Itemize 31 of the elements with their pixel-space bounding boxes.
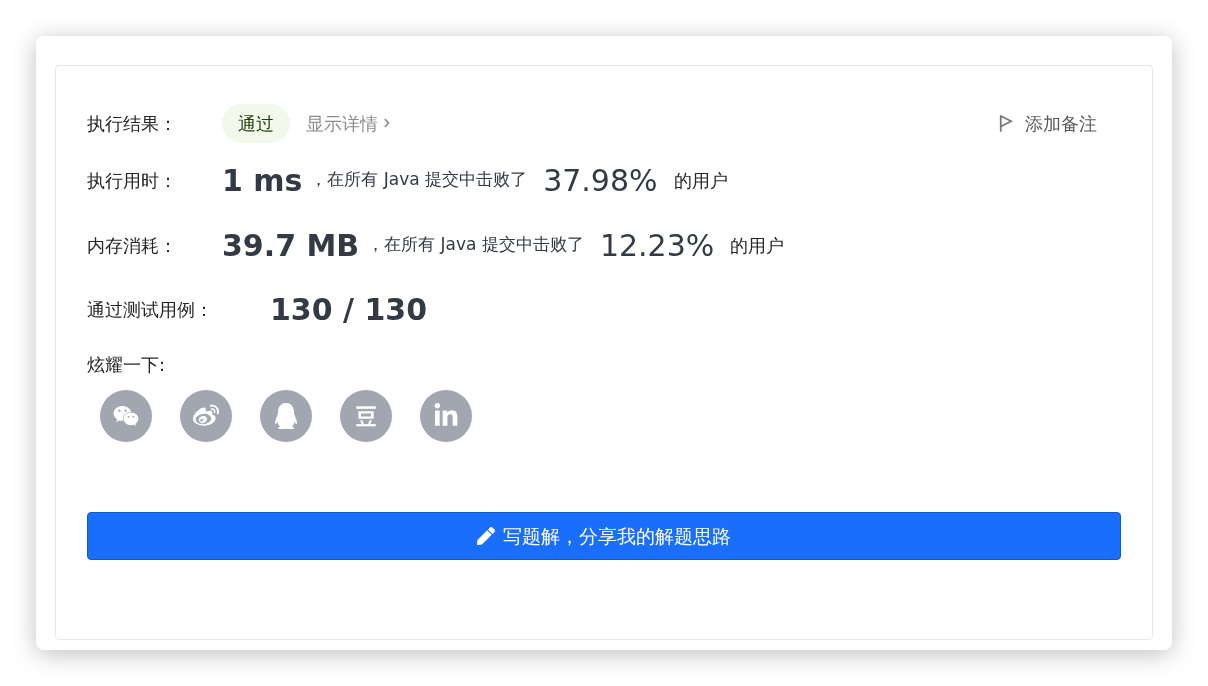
- share-button[interactable]: [420, 390, 472, 442]
- wechat-icon: [113, 403, 139, 429]
- stat-suffix: 的用户: [673, 168, 728, 193]
- share-label: 炫耀一下:: [87, 353, 167, 377]
- douban-icon: [353, 403, 379, 429]
- share-button[interactable]: [180, 390, 232, 442]
- chevron-icon: [382, 118, 392, 128]
- weibo-icon: [193, 403, 219, 429]
- details-link[interactable]: 显示详情: [306, 109, 392, 137]
- stat-text: ，在所有 Java 提交中击败了: [367, 233, 584, 257]
- stat-label: 执行用时：: [87, 168, 178, 193]
- stat-suffix: 的用户: [730, 233, 785, 258]
- add-note-button[interactable]: 添加备注: [999, 109, 1097, 137]
- flag-icon: [999, 113, 1013, 133]
- test-cases-label: 通过测试用例：: [87, 297, 214, 322]
- test-cases-count: 130 / 130: [270, 290, 428, 329]
- penguin-icon: [273, 403, 299, 429]
- share-button[interactable]: [100, 390, 152, 442]
- stat-percent: 37.98%: [543, 161, 658, 200]
- status-badge: 通过: [222, 103, 290, 143]
- pencil-icon: [477, 527, 495, 545]
- stat-label: 内存消耗：: [87, 233, 178, 258]
- stat-percent: 12.23%: [599, 226, 715, 265]
- share-button[interactable]: [340, 390, 392, 442]
- stat-text: ，在所有 Java 提交中击败了: [310, 168, 528, 192]
- stat-value: 1 ms: [222, 161, 303, 200]
- linkedin-icon: [433, 403, 459, 429]
- share-button[interactable]: [260, 390, 312, 442]
- stat-value: 39.7 MB: [222, 226, 360, 265]
- write-solution-button[interactable]: 写题解，分享我的解题思路: [87, 512, 1121, 560]
- result-label: 执行结果：: [87, 111, 178, 136]
